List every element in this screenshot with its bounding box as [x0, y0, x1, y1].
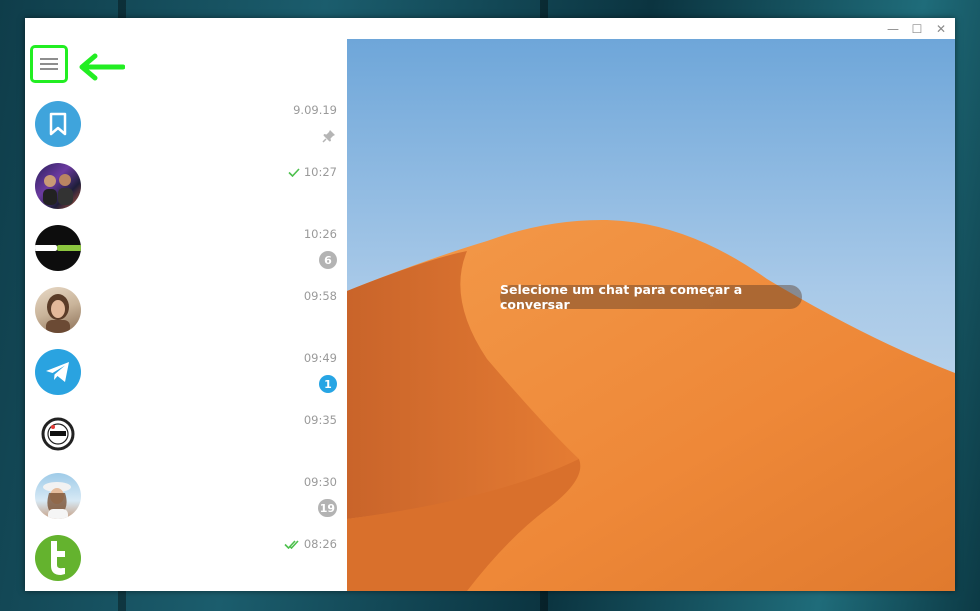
unread-badge: 19	[317, 499, 337, 517]
saved-messages-bookmark-icon	[35, 101, 81, 147]
tudocelular-logo-avatar	[35, 225, 81, 271]
telegram-window: — ☐ ✕ 9.09.19 10:27 10:26 6 09:58 09:49 …	[25, 18, 955, 591]
list-item[interactable]: 10:26 6	[25, 218, 347, 280]
chat-time: 10:26	[303, 227, 337, 241]
pin-icon	[322, 130, 335, 143]
chat-placeholder-pane: Selecione um chat para começar a convers…	[347, 39, 955, 591]
minimize-button[interactable]: —	[881, 18, 905, 39]
desert-dune-wallpaper	[347, 39, 955, 591]
chat-list: 9.09.19 10:27 10:26 6 09:58 09:49 1 09:3…	[25, 94, 347, 590]
group-photo-avatar	[35, 163, 81, 209]
list-item[interactable]: 09:30 19	[25, 466, 347, 528]
unread-badge: 1	[319, 375, 337, 393]
hamburger-menu-icon	[40, 58, 58, 70]
check-icon	[288, 167, 300, 177]
chat-time: 09:30	[303, 475, 337, 489]
chat-time: 9.09.19	[293, 103, 337, 117]
minimize-icon: —	[887, 21, 899, 36]
close-icon: ✕	[935, 21, 947, 36]
chat-time: 08:26	[284, 537, 337, 551]
main-menu-button[interactable]	[30, 45, 68, 83]
list-item[interactable]: 10:27	[25, 156, 347, 218]
list-item[interactable]: 09:49 1	[25, 342, 347, 404]
woman-photo-avatar	[35, 287, 81, 333]
list-item[interactable]: 09:58	[25, 280, 347, 342]
close-button[interactable]: ✕	[929, 18, 953, 39]
telegram-logo-avatar	[35, 349, 81, 395]
techtudo-t-logo-avatar	[35, 535, 81, 581]
list-item[interactable]: 09:35	[25, 404, 347, 466]
list-item[interactable]: 08:26	[25, 528, 347, 590]
chat-time: 09:49	[303, 351, 337, 365]
youtubers-badge-avatar	[35, 411, 81, 457]
title-bar: — ☐ ✕	[25, 18, 955, 40]
maximize-button[interactable]: ☐	[905, 18, 929, 39]
chat-time: 09:35	[303, 413, 337, 427]
chat-time-text: 08:26	[303, 537, 337, 551]
select-chat-hint: Selecione um chat para começar a convers…	[500, 282, 802, 312]
list-item[interactable]: 9.09.19	[25, 94, 347, 156]
double-check-icon	[284, 539, 299, 549]
maximize-icon: ☐	[911, 21, 923, 36]
woman-hat-photo-avatar	[35, 473, 81, 519]
chat-time: 09:58	[303, 289, 337, 303]
chat-time-text: 10:27	[303, 165, 337, 179]
chat-time: 10:27	[288, 165, 337, 179]
unread-badge: 6	[319, 251, 337, 269]
annotation-arrow-icon	[79, 53, 125, 81]
chat-sidebar: 9.09.19 10:27 10:26 6 09:58 09:49 1 09:3…	[25, 39, 347, 591]
